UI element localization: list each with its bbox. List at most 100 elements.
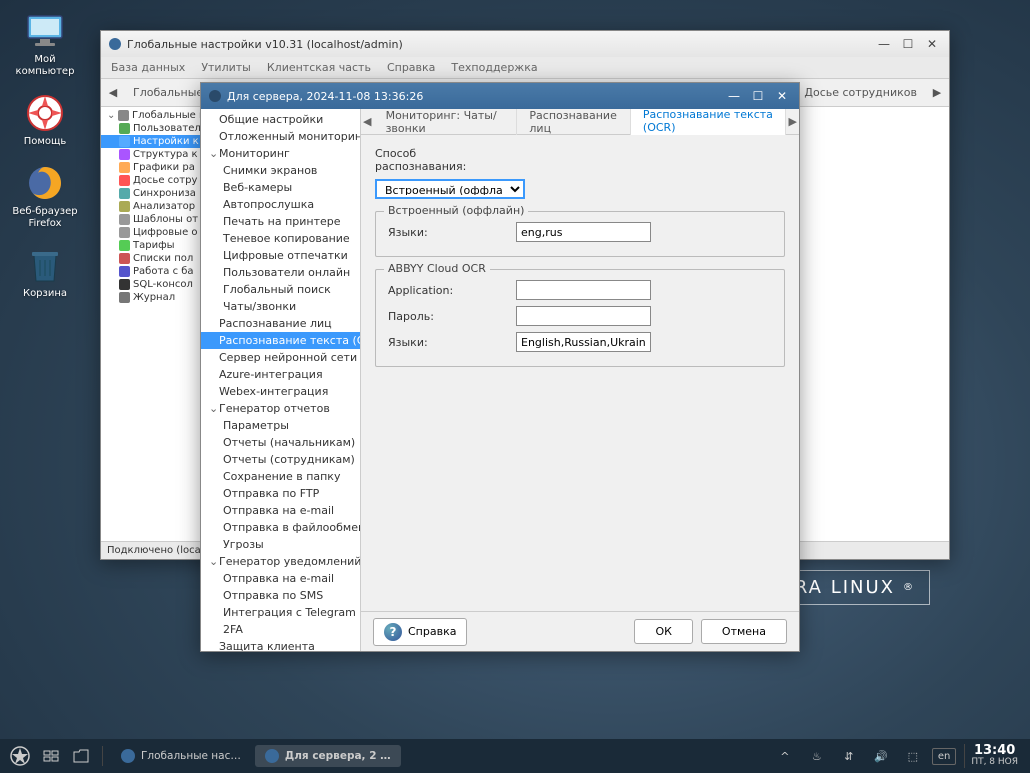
- help-button[interactable]: ? Справка: [373, 618, 467, 646]
- menu-client[interactable]: Клиентская часть: [267, 61, 371, 74]
- tree-item-icon: [119, 149, 130, 160]
- tree-item[interactable]: Досье сотру: [101, 174, 200, 187]
- tray-flame-icon[interactable]: ♨: [804, 743, 830, 769]
- file-manager-button[interactable]: [68, 743, 94, 769]
- desktop-icon-my-computer[interactable]: Мой компьютер: [5, 10, 85, 78]
- tab-scroll-left[interactable]: ◀: [105, 86, 121, 99]
- taskbar-task[interactable]: Для сервера, 2 …: [255, 745, 401, 767]
- dialog-tree-item[interactable]: Теневое копирование: [201, 230, 360, 247]
- tab-scroll-right[interactable]: ▶: [929, 86, 945, 99]
- tree-item[interactable]: Списки пол: [101, 252, 200, 265]
- tab[interactable]: Досье сотрудников: [794, 82, 927, 103]
- abbyy-langs-input[interactable]: [516, 332, 651, 352]
- dialog-tree-item[interactable]: 2FA: [201, 621, 360, 638]
- tree-item[interactable]: Настройки к: [101, 135, 200, 148]
- menu-utilities[interactable]: Утилиты: [201, 61, 251, 74]
- taskbar-clock[interactable]: 13:40 ПТ, 8 НОЯ: [964, 744, 1024, 768]
- tree-item[interactable]: Тарифы: [101, 239, 200, 252]
- tree-item[interactable]: Шаблоны от: [101, 213, 200, 226]
- tree-item[interactable]: Графики ра: [101, 161, 200, 174]
- abbyy-app-input[interactable]: [516, 280, 651, 300]
- dialog-tree-item[interactable]: Цифровые отпечатки: [201, 247, 360, 264]
- tray-usb-icon[interactable]: ⇵: [836, 743, 862, 769]
- clock-date: ПТ, 8 НОЯ: [971, 758, 1018, 768]
- dialog-tree-item[interactable]: Отправка по SMS: [201, 587, 360, 604]
- subtab-scroll-left[interactable]: ◀: [361, 115, 374, 128]
- dialog-tree-item[interactable]: Отправка по FTP: [201, 485, 360, 502]
- dialog-tree-item[interactable]: Отчеты (сотрудникам): [201, 451, 360, 468]
- dialog-tree-item[interactable]: Снимки экранов: [201, 162, 360, 179]
- menu-support[interactable]: Техподдержка: [451, 61, 537, 74]
- dialog-tree-item[interactable]: Отложенный мониторинг: [201, 128, 360, 145]
- tree-item[interactable]: SQL-консол: [101, 278, 200, 291]
- dialog-tree-item[interactable]: Webex-интеграция: [201, 383, 360, 400]
- tree-item[interactable]: Журнал: [101, 291, 200, 304]
- subtab-scroll-right[interactable]: ▶: [786, 115, 799, 128]
- builtin-legend: Встроенный (оффлайн): [384, 204, 528, 217]
- dialog-tree-item[interactable]: Пользователи онлайн: [201, 264, 360, 281]
- tray-up-icon[interactable]: ^: [772, 743, 798, 769]
- dialog-tree-item[interactable]: Сервер нейронной сети: [201, 349, 360, 366]
- dialog-tree-item[interactable]: Чаты/звонки: [201, 298, 360, 315]
- menu-help[interactable]: Справка: [387, 61, 435, 74]
- dialog-tree-item[interactable]: Распознавание текста (OCR): [201, 332, 360, 349]
- desktop-icon-help[interactable]: Помощь: [5, 92, 85, 148]
- dialog-tree-item[interactable]: Защита клиента: [201, 638, 360, 651]
- tray-lang[interactable]: en: [932, 748, 957, 765]
- dialog-tree-item[interactable]: Печать на принтере: [201, 213, 360, 230]
- tree-item[interactable]: Синхрониза: [101, 187, 200, 200]
- menu-database[interactable]: База данных: [111, 61, 185, 74]
- tree-item[interactable]: ⌄Глобальные на: [101, 109, 200, 122]
- task-view-button[interactable]: [38, 743, 64, 769]
- desktop-icon-firefox[interactable]: Веб-браузер Firefox: [5, 162, 85, 230]
- dialog-tree-item[interactable]: Отправка в файлообменник: [201, 519, 360, 536]
- desktop-icon-trash[interactable]: Корзина: [5, 244, 85, 300]
- langs-label: Языки:: [388, 226, 508, 239]
- tray-network-icon[interactable]: ⬚: [900, 743, 926, 769]
- dialog-tree-item[interactable]: Azure-интеграция: [201, 366, 360, 383]
- dialog-tree-item[interactable]: Сохранение в папку: [201, 468, 360, 485]
- tray-volume-icon[interactable]: 🔊: [868, 743, 894, 769]
- start-button[interactable]: [6, 743, 34, 769]
- dialog-tree-item[interactable]: Распознавание лиц: [201, 315, 360, 332]
- dialog-tree-item[interactable]: Интеграция с Telegram: [201, 604, 360, 621]
- tree-item-icon: [119, 162, 130, 173]
- dialog-tree-item[interactable]: Веб-камеры: [201, 179, 360, 196]
- cancel-button[interactable]: Отмена: [701, 619, 787, 644]
- builtin-langs-input[interactable]: [516, 222, 651, 242]
- tree-item[interactable]: Пользовател: [101, 122, 200, 135]
- taskbar-task[interactable]: Глобальные нас…: [111, 745, 251, 767]
- tree-item[interactable]: Анализатор: [101, 200, 200, 213]
- dialog-tree-item[interactable]: Общие настройки: [201, 111, 360, 128]
- tree-item[interactable]: Цифровые о: [101, 226, 200, 239]
- dialog-tree-item[interactable]: Параметры: [201, 417, 360, 434]
- dialog-tree-item[interactable]: ⌄Генератор уведомлений / 2FA: [201, 553, 360, 570]
- tree-item[interactable]: Структура к: [101, 148, 200, 161]
- app-label: Application:: [388, 284, 508, 297]
- dialog-tree-item[interactable]: ⌄Мониторинг: [201, 145, 360, 162]
- app-icon: [109, 38, 121, 50]
- dialog-tree-item[interactable]: ⌄Генератор отчетов: [201, 400, 360, 417]
- maximize-button[interactable]: ☐: [899, 37, 917, 51]
- taskbar: Глобальные нас… Для сервера, 2 … ^ ♨ ⇵ 🔊…: [0, 739, 1030, 773]
- dialog-tree: Общие настройкиОтложенный мониторинг⌄Мон…: [201, 109, 361, 651]
- close-button[interactable]: ✕: [773, 89, 791, 103]
- main-titlebar[interactable]: Глобальные настройки v10.31 (localhost/a…: [101, 31, 949, 57]
- dialog-tree-item[interactable]: Отправка на e-mail: [201, 502, 360, 519]
- dialog-tree-item[interactable]: Отправка на e-mail: [201, 570, 360, 587]
- app-icon: [121, 749, 135, 763]
- minimize-button[interactable]: —: [875, 37, 893, 51]
- dialog-titlebar[interactable]: Для сервера, 2024-11-08 13:36:26 — ☐ ✕: [201, 83, 799, 109]
- dialog-tree-item[interactable]: Глобальный поиск: [201, 281, 360, 298]
- abbyy-pass-input[interactable]: [516, 306, 651, 326]
- close-button[interactable]: ✕: [923, 37, 941, 51]
- tree-item[interactable]: Работа с ба: [101, 265, 200, 278]
- dialog-tree-item[interactable]: Угрозы: [201, 536, 360, 553]
- dialog-tree-item[interactable]: Автопрослушка: [201, 196, 360, 213]
- ok-button[interactable]: ОК: [634, 619, 692, 644]
- minimize-button[interactable]: —: [725, 89, 743, 103]
- dialog-tree-item[interactable]: Отчеты (начальникам): [201, 434, 360, 451]
- method-select[interactable]: Встроенный (оффлайн): [375, 179, 525, 199]
- maximize-button[interactable]: ☐: [749, 89, 767, 103]
- tree-item-icon: [118, 110, 129, 121]
